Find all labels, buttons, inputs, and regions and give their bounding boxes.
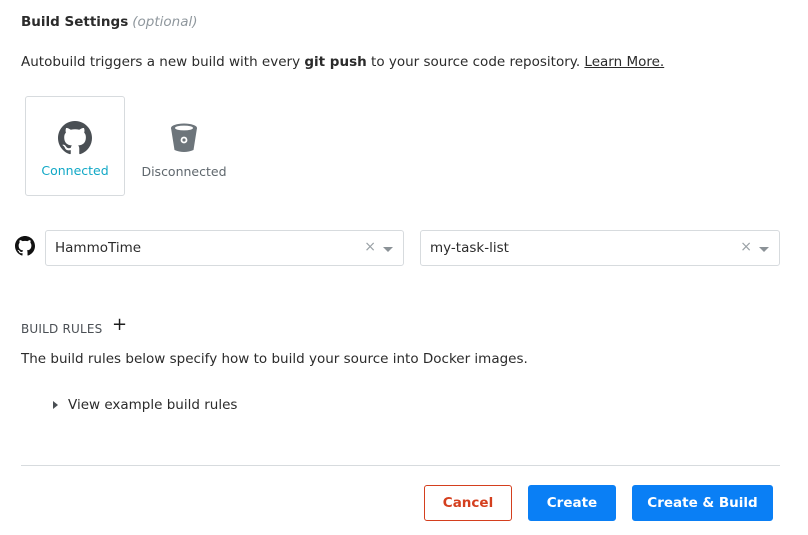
learn-more-link[interactable]: Learn More. bbox=[584, 54, 664, 70]
section-title: Build Settings (optional) bbox=[21, 14, 198, 30]
view-example-rules-label: View example build rules bbox=[68, 397, 238, 413]
github-status-label: Connected bbox=[41, 163, 109, 178]
source-tile-github[interactable]: Connected bbox=[25, 96, 125, 196]
bitbucket-status-label: Disconnected bbox=[141, 164, 227, 179]
repository-select[interactable]: my-task-list × bbox=[420, 230, 780, 266]
github-icon bbox=[15, 236, 35, 256]
divider bbox=[21, 465, 780, 466]
autobuild-description: Autobuild triggers a new build with ever… bbox=[21, 54, 664, 70]
description-suffix: to your source code repository. bbox=[366, 54, 585, 70]
build-settings-page: Build Settings (optional) Autobuild trigg… bbox=[0, 0, 808, 535]
chevron-down-icon[interactable] bbox=[759, 247, 769, 252]
chevron-down-icon[interactable] bbox=[383, 247, 393, 252]
bitbucket-icon bbox=[171, 123, 197, 152]
github-icon bbox=[58, 121, 92, 155]
organization-clear-icon[interactable]: × bbox=[364, 239, 376, 255]
repository-value: my-task-list bbox=[430, 240, 509, 256]
build-rules-description: The build rules below specify how to bui… bbox=[21, 351, 528, 367]
cancel-button[interactable]: Cancel bbox=[424, 485, 512, 521]
description-prefix: Autobuild triggers a new build with ever… bbox=[21, 54, 305, 70]
create-button[interactable]: Create bbox=[528, 485, 616, 521]
build-rules-heading: BUILD RULES bbox=[21, 322, 103, 336]
repository-clear-icon[interactable]: × bbox=[740, 239, 752, 255]
create-and-build-button[interactable]: Create & Build bbox=[632, 485, 773, 521]
caret-right-icon bbox=[53, 401, 58, 409]
section-title-text: Build Settings bbox=[21, 14, 129, 30]
view-example-rules-toggle[interactable]: View example build rules bbox=[53, 397, 237, 413]
source-tile-bitbucket[interactable]: Disconnected bbox=[134, 96, 234, 196]
add-build-rule-icon[interactable]: + bbox=[112, 315, 127, 335]
organization-select[interactable]: HammoTime × bbox=[45, 230, 404, 266]
optional-label: (optional) bbox=[132, 14, 198, 30]
organization-value: HammoTime bbox=[55, 240, 142, 256]
description-git-push: git push bbox=[304, 54, 367, 70]
